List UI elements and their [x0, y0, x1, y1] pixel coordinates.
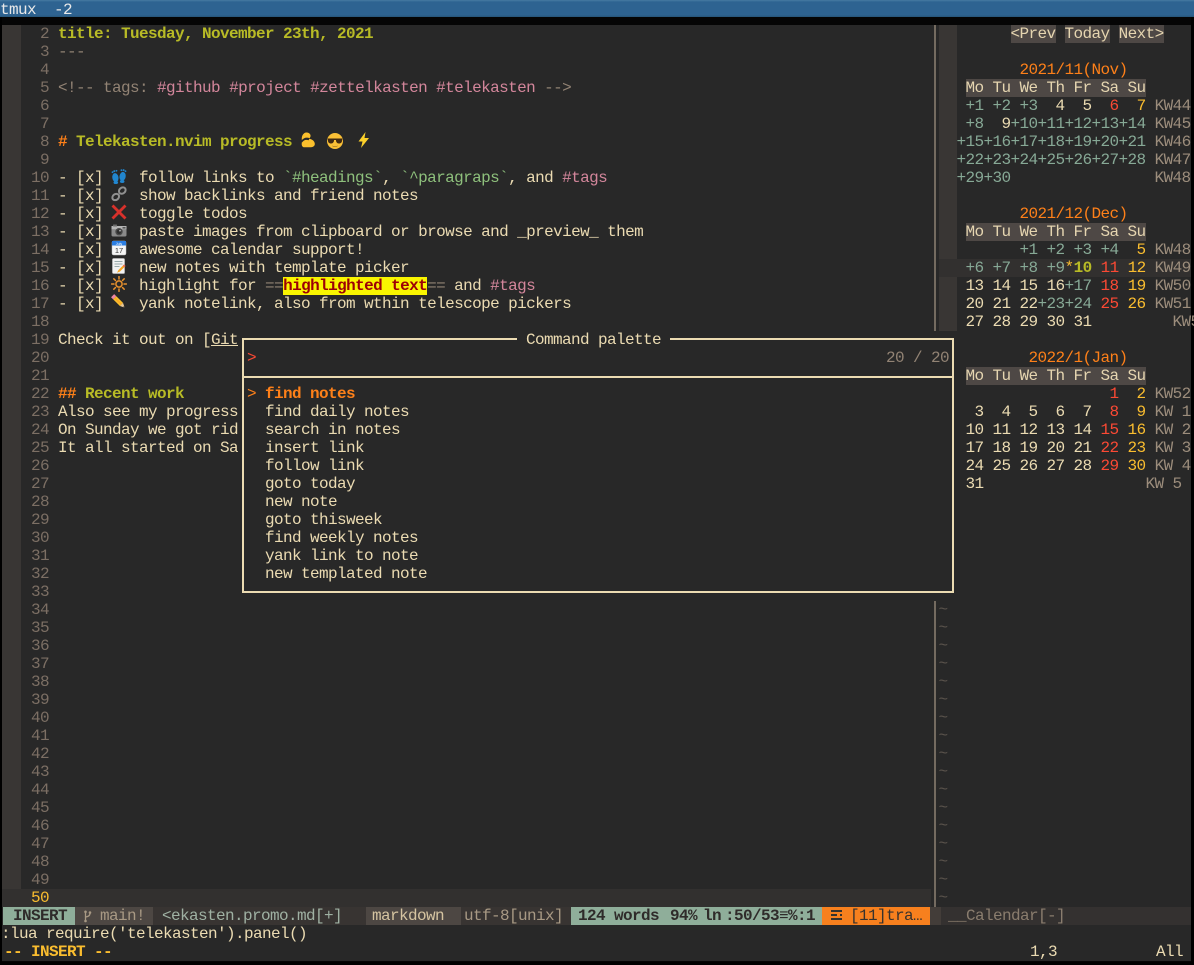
- svg-text:17: 17: [115, 246, 123, 255]
